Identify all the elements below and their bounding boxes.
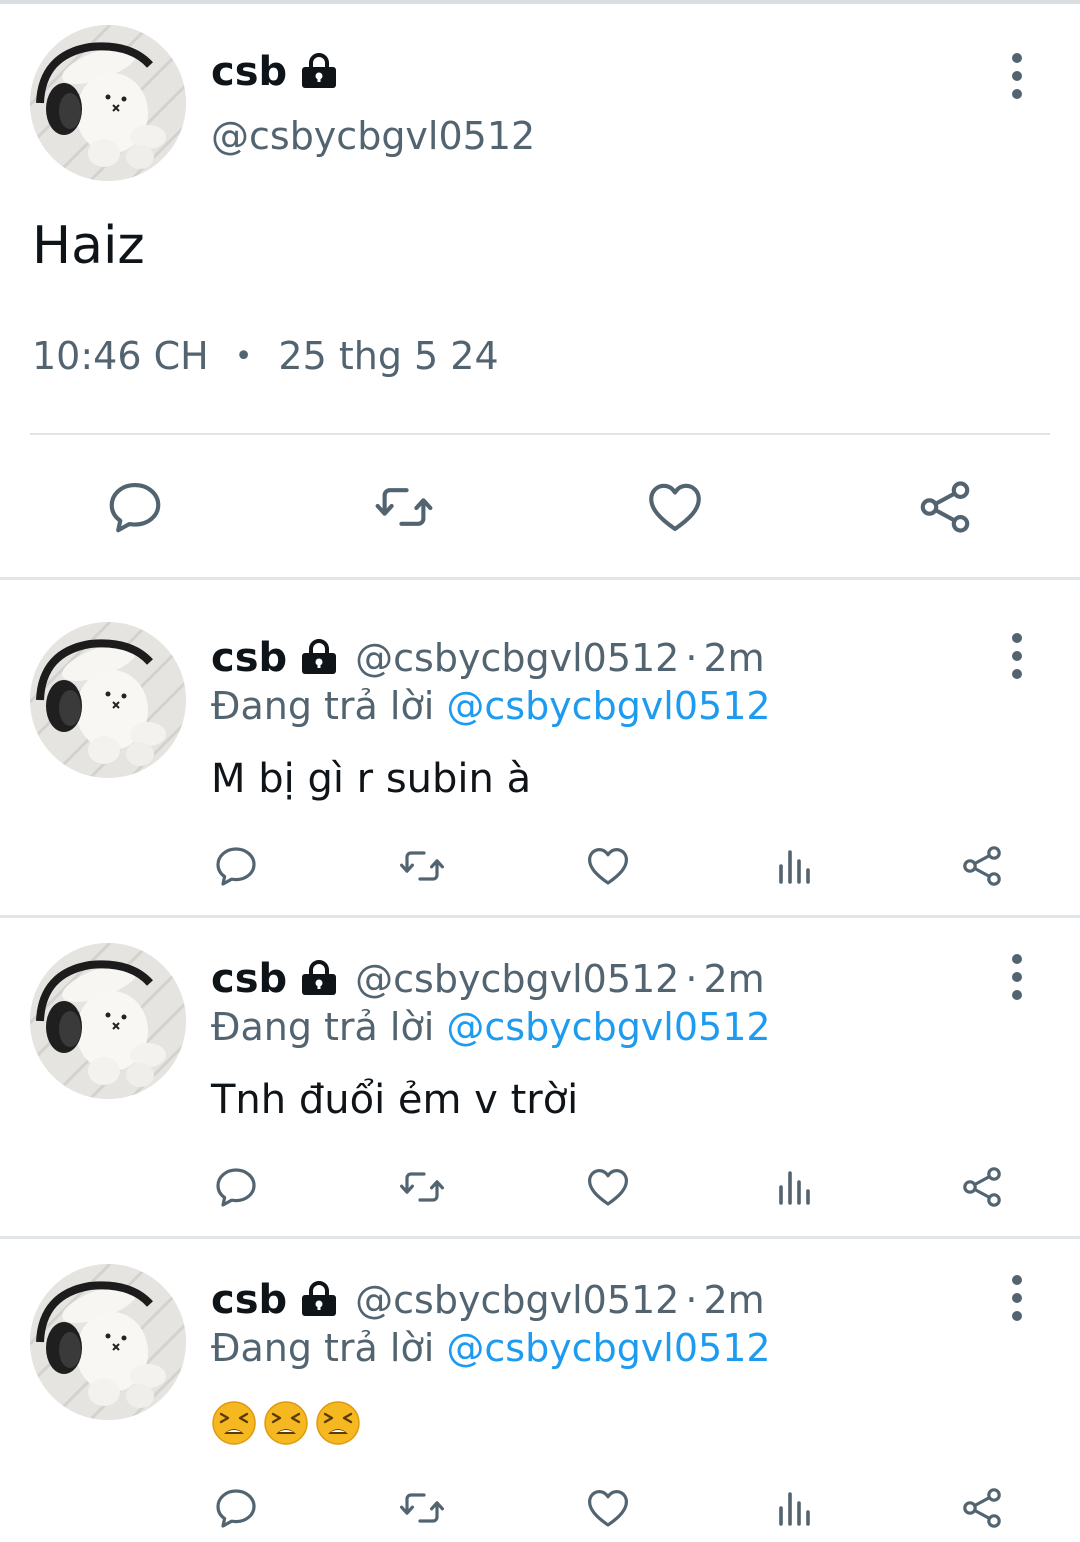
meta-separator: • <box>234 338 253 374</box>
tweet-date: 25 thg 5 24 <box>278 334 499 378</box>
like-button[interactable] <box>644 476 706 538</box>
reply-tweet[interactable]: csb @csbycbgvl0512 · 2m Đang trả lời @cs… <box>0 580 1080 900</box>
reply-button[interactable] <box>212 1163 260 1211</box>
tweet-time: 10:46 CH <box>32 334 209 378</box>
reply-button[interactable] <box>212 1484 260 1532</box>
reply-tweet[interactable]: csb @csbycbgvl0512 · 2m Đang trả lời @cs… <box>0 901 1080 1221</box>
lock-icon <box>299 52 339 92</box>
reply-header: csb @csbycbgvl0512 · 2m <box>211 951 765 1007</box>
author-handle[interactable]: @csbycbgvl0512 <box>355 957 679 1001</box>
more-vertical-icon[interactable] <box>998 52 1036 100</box>
lock-icon <box>299 1280 339 1320</box>
retweet-button[interactable] <box>398 1163 446 1211</box>
reply-time[interactable]: 2m <box>703 1278 764 1322</box>
retweet-button[interactable] <box>398 842 446 890</box>
like-button[interactable] <box>584 1163 632 1211</box>
reply-text: Tnh đuổi ẻm v trời <box>211 1077 579 1123</box>
retweet-button[interactable] <box>373 476 435 538</box>
reply-button[interactable] <box>104 476 166 538</box>
divider <box>30 433 1050 435</box>
like-button[interactable] <box>584 1484 632 1532</box>
author-name[interactable]: csb <box>211 635 287 681</box>
header-separator: · <box>685 957 698 1001</box>
author-avatar[interactable] <box>30 25 186 181</box>
replying-mention[interactable]: @csbycbgvl0512 <box>446 1326 770 1370</box>
more-vertical-icon[interactable] <box>998 1274 1036 1322</box>
replying-label: Đang trả lời <box>211 684 435 728</box>
author-name[interactable]: csb <box>211 956 287 1002</box>
tweet-text: Haiz <box>32 216 145 276</box>
share-button[interactable] <box>914 476 976 538</box>
reply-button[interactable] <box>212 842 260 890</box>
replying-label: Đang trả lời <box>211 1005 435 1049</box>
share-button[interactable] <box>958 1163 1006 1211</box>
more-vertical-icon[interactable] <box>998 953 1036 1001</box>
tired-face-emoji <box>315 1400 361 1446</box>
reply-time[interactable]: 2m <box>703 636 764 680</box>
reply-text <box>211 1398 367 1446</box>
replying-mention[interactable]: @csbycbgvl0512 <box>446 1005 770 1049</box>
author-name-row: csb <box>211 44 339 100</box>
tired-face-emoji <box>211 1400 257 1446</box>
reply-text: M bị gì r subin à <box>211 756 532 802</box>
lock-icon <box>299 959 339 999</box>
author-name[interactable]: csb <box>211 1277 287 1323</box>
share-button[interactable] <box>958 1484 1006 1532</box>
reply-header: csb @csbycbgvl0512 · 2m <box>211 1272 765 1328</box>
author-avatar[interactable] <box>30 622 186 778</box>
author-name[interactable]: csb <box>211 49 287 95</box>
stats-button[interactable] <box>771 1484 819 1532</box>
replying-to: Đang trả lời @csbycbgvl0512 <box>211 684 771 728</box>
replying-to: Đang trả lời @csbycbgvl0512 <box>211 1005 771 1049</box>
stats-button[interactable] <box>771 1163 819 1211</box>
reply-time[interactable]: 2m <box>703 957 764 1001</box>
reply-header: csb @csbycbgvl0512 · 2m <box>211 630 765 686</box>
header-separator: · <box>685 636 698 680</box>
more-vertical-icon[interactable] <box>998 632 1036 680</box>
author-handle[interactable]: @csbycbgvl0512 <box>355 1278 679 1322</box>
author-handle[interactable]: @csbycbgvl0512 <box>355 636 679 680</box>
replying-label: Đang trả lời <box>211 1326 435 1370</box>
lock-icon <box>299 638 339 678</box>
replying-mention[interactable]: @csbycbgvl0512 <box>446 684 770 728</box>
author-handle[interactable]: @csbycbgvl0512 <box>211 114 535 158</box>
main-tweet[interactable]: csb @csbycbgvl0512 Haiz 10:46 CH • 25 th… <box>0 0 1080 578</box>
tired-face-emoji <box>263 1400 309 1446</box>
replying-to: Đang trả lời @csbycbgvl0512 <box>211 1326 771 1370</box>
author-avatar[interactable] <box>30 1264 186 1420</box>
like-button[interactable] <box>584 842 632 890</box>
tweet-timestamp: 10:46 CH • 25 thg 5 24 <box>32 334 499 378</box>
author-avatar[interactable] <box>30 943 186 1099</box>
header-separator: · <box>685 1278 698 1322</box>
retweet-button[interactable] <box>398 1484 446 1532</box>
stats-button[interactable] <box>771 842 819 890</box>
reply-tweet[interactable]: csb @csbycbgvl0512 · 2m Đang trả lời @cs… <box>0 1222 1080 1542</box>
share-button[interactable] <box>958 842 1006 890</box>
